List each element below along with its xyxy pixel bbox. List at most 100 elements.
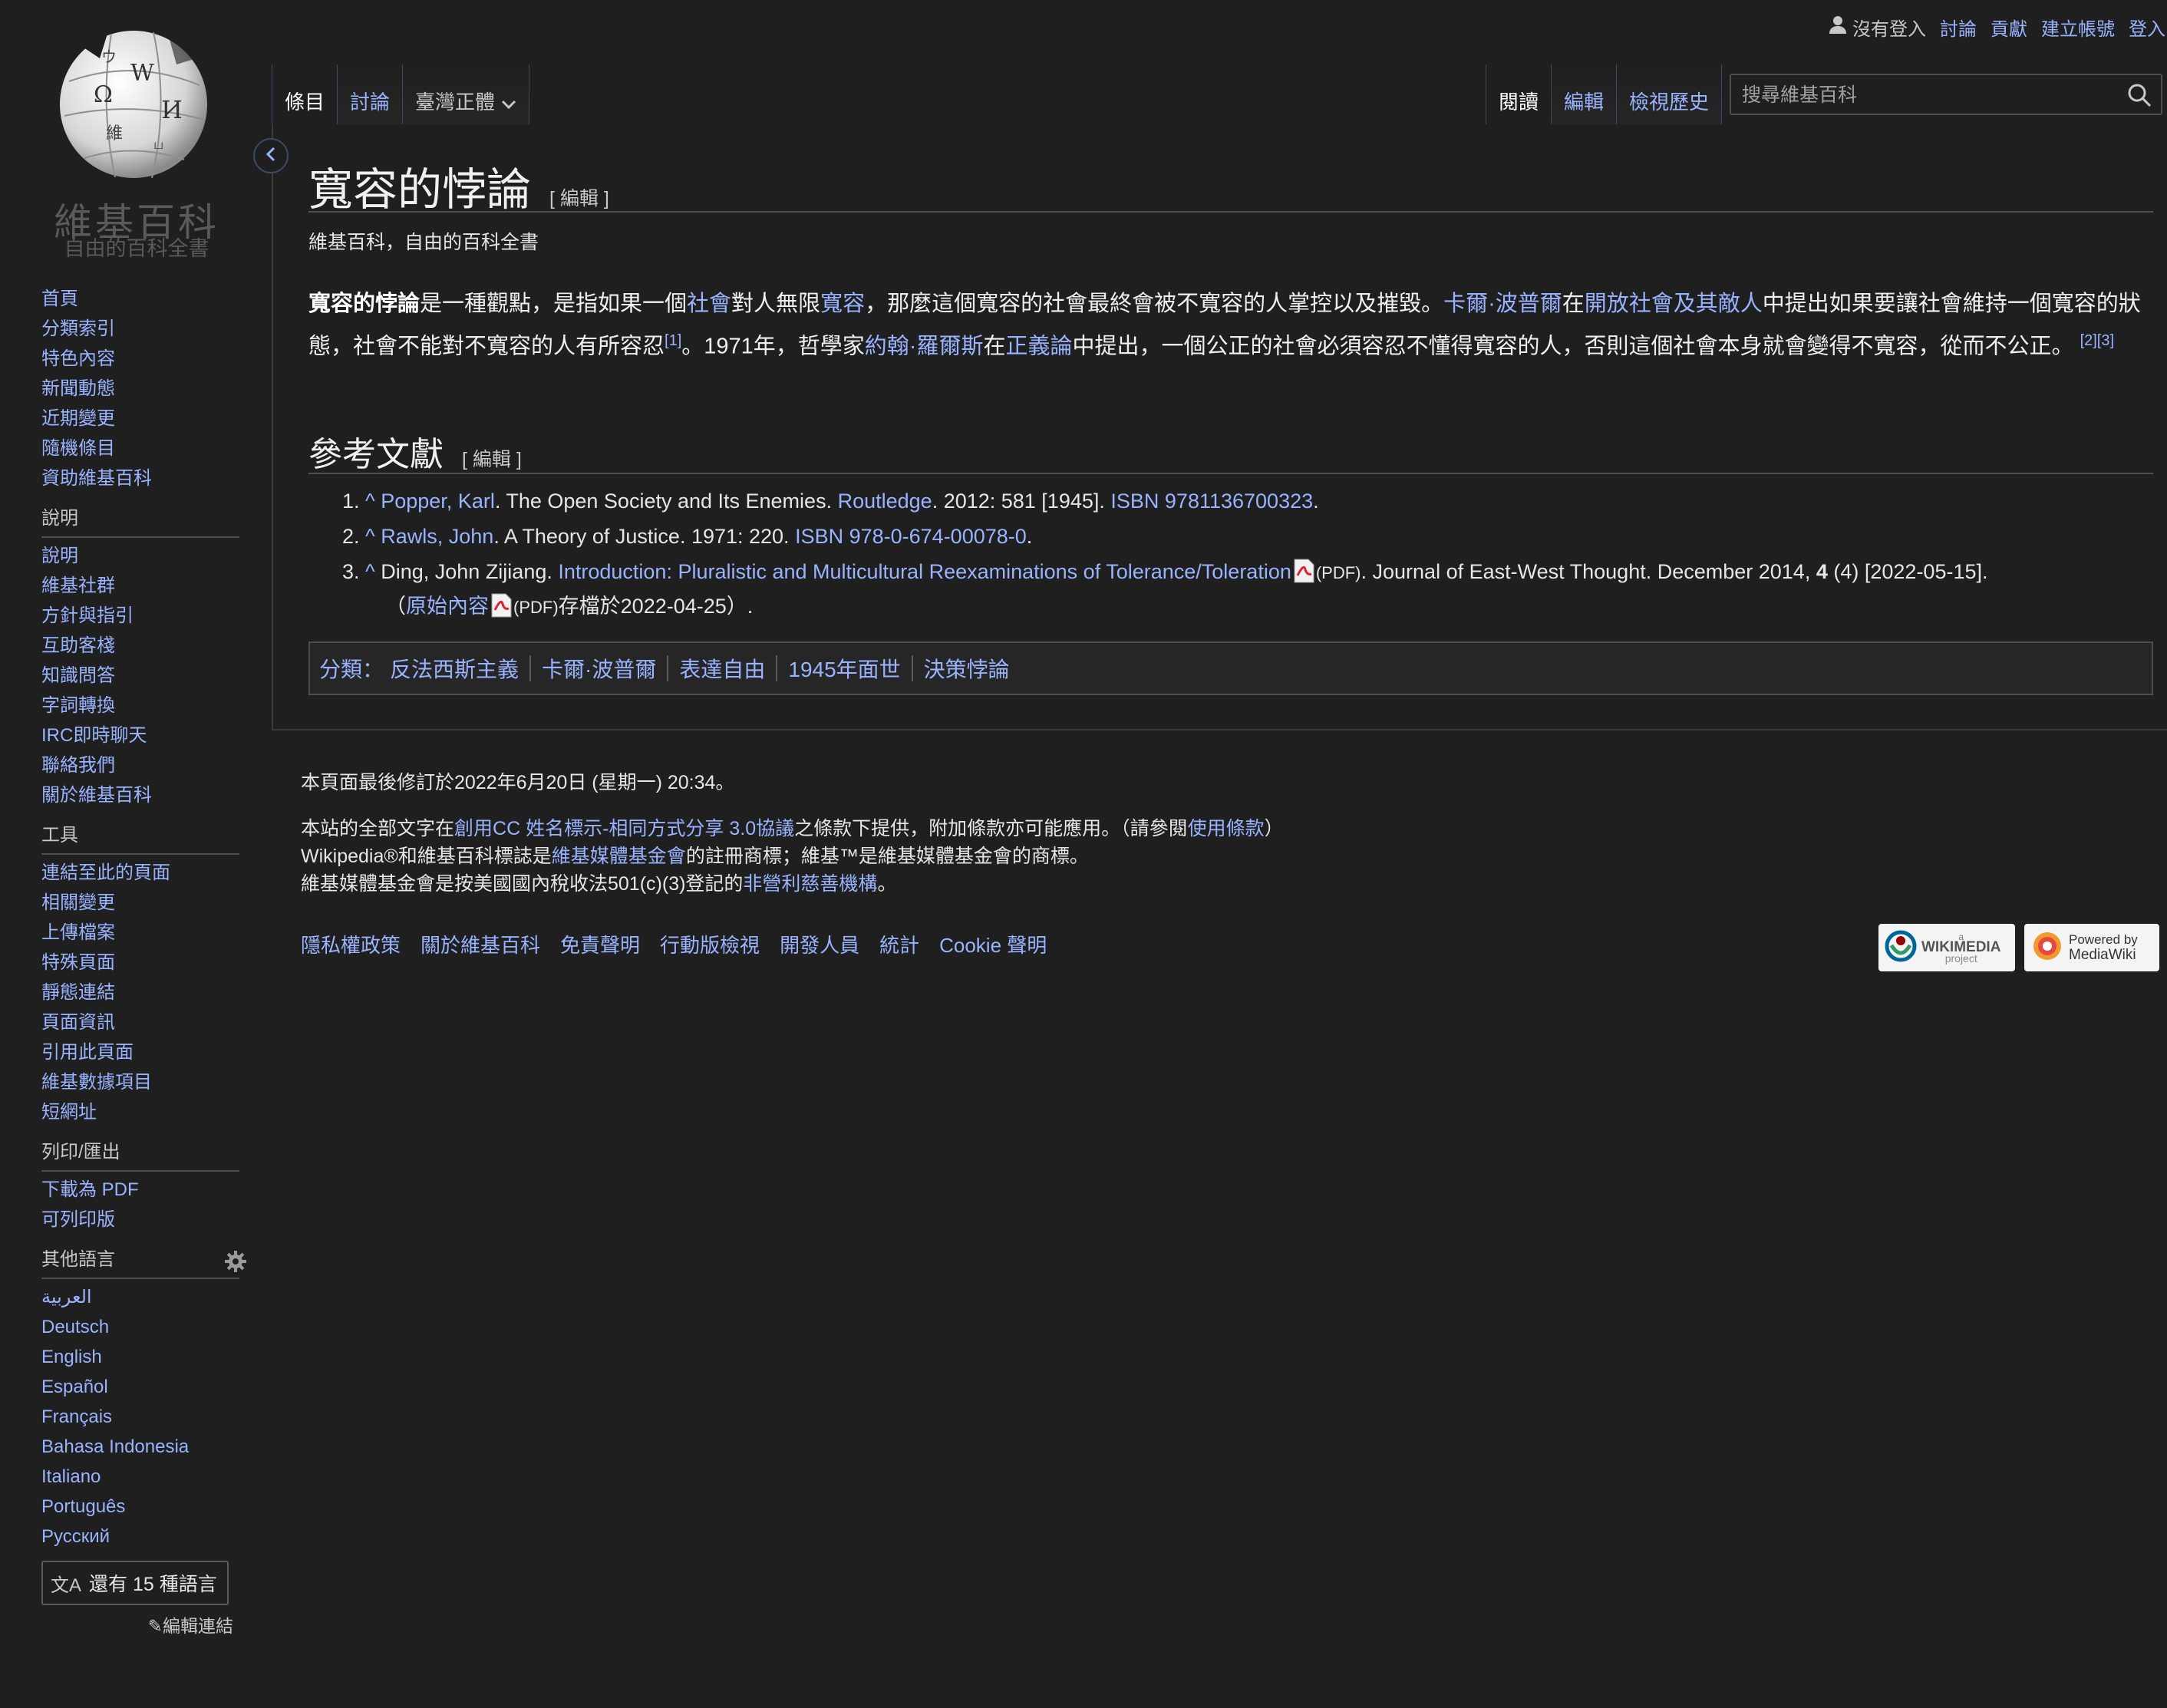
backlink-caret[interactable]: ^ [365, 490, 375, 513]
original-content-link[interactable]: 原始內容 [406, 595, 489, 618]
link-theory-of-justice[interactable]: 正義論 [1005, 335, 1072, 359]
sidebar-item-related-changes[interactable]: 相關變更 [41, 888, 242, 918]
footer-link-cookie[interactable]: Cookie 聲明 [939, 930, 1047, 958]
sidebar-item-conversion[interactable]: 字詞轉換 [41, 691, 242, 720]
backlink-caret[interactable]: ^ [365, 525, 375, 548]
edit-references-link[interactable]: [ 編輯 ] [462, 449, 522, 470]
talk-link[interactable]: 討論 [1940, 14, 1977, 41]
ref-text: （ [385, 595, 406, 618]
sidebar-item-about[interactable]: 關於維基百科 [41, 780, 242, 810]
sidebar-item-permalink[interactable]: 靜態連結 [41, 978, 242, 1007]
language-link[interactable]: Português [41, 1492, 242, 1522]
link-tolerance[interactable]: 寬容 [820, 292, 865, 316]
footer-link-disclaimer[interactable]: 免責聲明 [560, 930, 640, 958]
login-link[interactable]: 登入 [2129, 14, 2165, 41]
backlink-caret[interactable]: ^ [365, 560, 375, 583]
sidebar-item-random[interactable]: 隨機條目 [41, 434, 242, 463]
pdf-label: (PDF) [513, 598, 559, 617]
edit-title-link[interactable]: [ 編輯 ] [549, 188, 609, 209]
sidebar-item-main-page[interactable]: 首頁 [41, 284, 242, 314]
sidebar-item-special-pages[interactable]: 特殊頁面 [41, 948, 242, 978]
footer-link-developers[interactable]: 開發人員 [780, 930, 859, 958]
language-link[interactable]: Français [41, 1402, 242, 1432]
sidebar-item-donate[interactable]: 資助維基百科 [41, 463, 242, 493]
sidebar-item-recent-changes[interactable]: 近期變更 [41, 404, 242, 434]
search-input[interactable] [1740, 81, 2112, 109]
contributions-link[interactable]: 貢獻 [1991, 14, 2027, 41]
category-link[interactable]: 1945年面世 [788, 653, 900, 684]
wikimedia-project-badge[interactable]: a WIKIMEDIA project [1878, 924, 2015, 971]
categories-label[interactable]: 分類： [319, 653, 384, 684]
nonprofit-link[interactable]: 非營利慈善機構 [743, 873, 877, 895]
footer-info: 本頁面最後修訂於2022年6月20日 (星期一) 20:34。 本站的全部文字在… [301, 769, 1284, 898]
sidebar-item-contact[interactable]: 聯絡我們 [41, 750, 242, 780]
author-link[interactable]: Popper, Karl [381, 490, 495, 513]
ref-link-1[interactable]: [1] [665, 332, 681, 349]
link-open-society[interactable]: 開放社會及其敵人 [1585, 292, 1763, 316]
category-link[interactable]: 卡爾·波普爾 [542, 653, 656, 684]
footer-link-mobile[interactable]: 行動版檢視 [660, 930, 760, 958]
isbn-link[interactable]: ISBN 978-0-674-00078-0 [795, 525, 1027, 548]
language-link[interactable]: Español [41, 1372, 242, 1402]
sidebar-item-upload[interactable]: 上傳檔案 [41, 918, 242, 948]
tab-read[interactable]: 閱讀 [1486, 64, 1552, 124]
more-languages-button[interactable]: 文A 還有 15 種語言 [41, 1561, 229, 1605]
sidebar-item-irc[interactable]: IRC即時聊天 [41, 720, 242, 750]
sidebar-item-short-url[interactable]: 短網址 [41, 1097, 242, 1127]
category-link[interactable]: 表達自由 [679, 653, 765, 684]
link-rawls[interactable]: 約翰·羅爾斯 [865, 335, 984, 359]
create-account-link[interactable]: 建立帳號 [2041, 14, 2115, 41]
page-title: 寬容的悖論 [ 編輯 ] [308, 153, 609, 218]
category-link[interactable]: 反法西斯主義 [390, 653, 519, 684]
sidebar-item-village-pump[interactable]: 互助客棧 [41, 631, 242, 661]
text: 的註冊商標；維基™是維基媒體基金會的商標。 [685, 846, 1089, 867]
sidebar-item-download-pdf[interactable]: 下載為 PDF [41, 1175, 242, 1205]
tab-edit[interactable]: 編輯 [1551, 64, 1617, 124]
author-link[interactable]: Rawls, John [381, 525, 493, 548]
search-icon[interactable] [2127, 83, 2152, 107]
language-link[interactable]: Bahasa Indonesia [41, 1432, 242, 1462]
publisher-link[interactable]: Routledge [838, 490, 932, 513]
collapse-sidebar-button[interactable] [253, 138, 289, 173]
sidebar-item-printable[interactable]: 可列印版 [41, 1205, 242, 1235]
variant-dropdown[interactable]: 臺灣正體 [402, 64, 530, 124]
language-link[interactable]: English [41, 1342, 242, 1372]
terms-link[interactable]: 使用條款 [1188, 818, 1265, 839]
gear-icon[interactable] [224, 1250, 247, 1278]
sidebar-item-category-index[interactable]: 分類索引 [41, 314, 242, 344]
tab-history[interactable]: 檢視歷史 [1616, 64, 1723, 124]
license-link[interactable]: 創用CC 姓名標示-相同方式分享 3.0協議 [454, 818, 794, 839]
license-line: 本站的全部文字在創用CC 姓名標示-相同方式分享 3.0協議之條款下提供，附加條… [301, 815, 1284, 842]
sidebar-item-page-info[interactable]: 頁面資訊 [41, 1007, 242, 1037]
language-link[interactable]: Русский [41, 1522, 242, 1551]
sidebar-item-wikidata[interactable]: 維基數據項目 [41, 1067, 242, 1097]
sidebar-item-cite[interactable]: 引用此頁面 [41, 1037, 242, 1067]
footer-link-about[interactable]: 關於維基百科 [421, 930, 540, 958]
article-title-link[interactable]: Introduction: Pluralistic and Multicultu… [558, 560, 1291, 583]
sidebar-item-community[interactable]: 維基社群 [41, 571, 242, 601]
edit-links[interactable]: ✎編輯連結 [41, 1611, 233, 1637]
sidebar-item-featured[interactable]: 特色內容 [41, 344, 242, 374]
wmf-link[interactable]: 維基媒體基金會 [552, 846, 686, 867]
isbn-link[interactable]: ISBN 9781136700323 [1110, 490, 1313, 513]
link-society[interactable]: 社會 [687, 292, 731, 316]
ref-text: Ding, John Zijiang. [381, 560, 559, 583]
sidebar-item-news[interactable]: 新聞動態 [41, 374, 242, 404]
sidebar-item-qa[interactable]: 知識問答 [41, 661, 242, 691]
ref-link-2-3[interactable]: [2][3] [2080, 332, 2114, 349]
footer-link-stats[interactable]: 統計 [879, 930, 919, 958]
powered-by-mediawiki-badge[interactable]: Powered by MediaWiki [2024, 924, 2159, 971]
language-link[interactable]: العربية [41, 1282, 242, 1312]
sidebar-item-help[interactable]: 說明 [41, 541, 242, 571]
sidebar-item-what-links-here[interactable]: 連結至此的頁面 [41, 858, 242, 888]
tab-talk[interactable]: 討論 [337, 64, 403, 124]
sidebar-item-policies[interactable]: 方針與指引 [41, 601, 242, 631]
tab-article[interactable]: 條目 [272, 64, 338, 124]
link-popper[interactable]: 卡爾·波普爾 [1443, 292, 1562, 316]
sidebar-languages: العربية Deutsch English Español Français… [41, 1282, 242, 1551]
footer-link-privacy[interactable]: 隱私權政策 [301, 930, 401, 958]
language-link[interactable]: Italiano [41, 1462, 242, 1492]
language-link[interactable]: Deutsch [41, 1312, 242, 1342]
category-link[interactable]: 決策悖論 [924, 653, 1010, 684]
wikipedia-logo[interactable]: Ω W И 維 ウ ப 維基百科 自由的百科全書 [46, 21, 223, 261]
